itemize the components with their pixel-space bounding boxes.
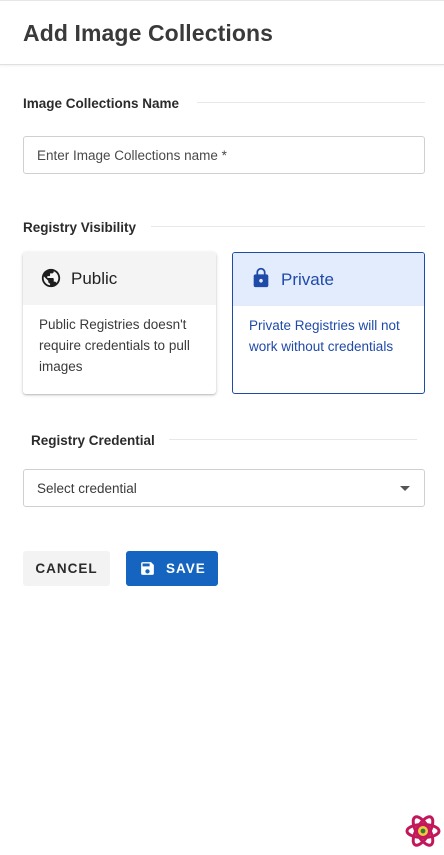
public-card-description: Public Registries doesn't require creden… [39, 317, 190, 374]
private-card-header: Private [233, 253, 424, 306]
private-card-title: Private [281, 270, 334, 289]
section-divider [151, 226, 425, 227]
private-card-description: Private Registries will not work without… [249, 318, 400, 354]
registry-visibility-label: Registry Visibility [23, 220, 137, 235]
cancel-button[interactable]: CANCEL [23, 551, 110, 586]
image-collections-name-input[interactable]: Enter Image Collections name * [23, 136, 425, 174]
registry-credential-value: Select credential [37, 481, 137, 496]
registry-credential-label: Registry Credential [31, 433, 155, 448]
page-title: Add Image Collections [23, 20, 274, 46]
public-visibility-card[interactable]: Public Public Registries doesn't require… [23, 252, 216, 394]
add-image-collections-page: Add Image Collections Image Collections … [0, 0, 444, 855]
image-collections-name-label: Image Collections Name [23, 96, 180, 111]
save-button-label: SAVE [166, 561, 206, 576]
image-collections-name-placeholder: Enter Image Collections name * [37, 148, 227, 163]
chevron-down-icon [400, 486, 410, 491]
public-card-title: Public [71, 269, 118, 288]
section-divider [169, 439, 417, 440]
lock-icon [253, 267, 269, 288]
save-button[interactable]: SAVE [126, 551, 218, 586]
globe-icon [41, 268, 61, 288]
save-icon [141, 562, 154, 575]
page-header: Add Image Collections [0, 0, 444, 65]
public-card-header: Public [23, 252, 216, 305]
private-visibility-card[interactable]: Private Private Registries will not work… [232, 252, 425, 394]
registry-credential-select[interactable]: Select credential [23, 469, 425, 507]
section-divider [197, 102, 425, 103]
app-logo-icon[interactable] [404, 812, 442, 850]
